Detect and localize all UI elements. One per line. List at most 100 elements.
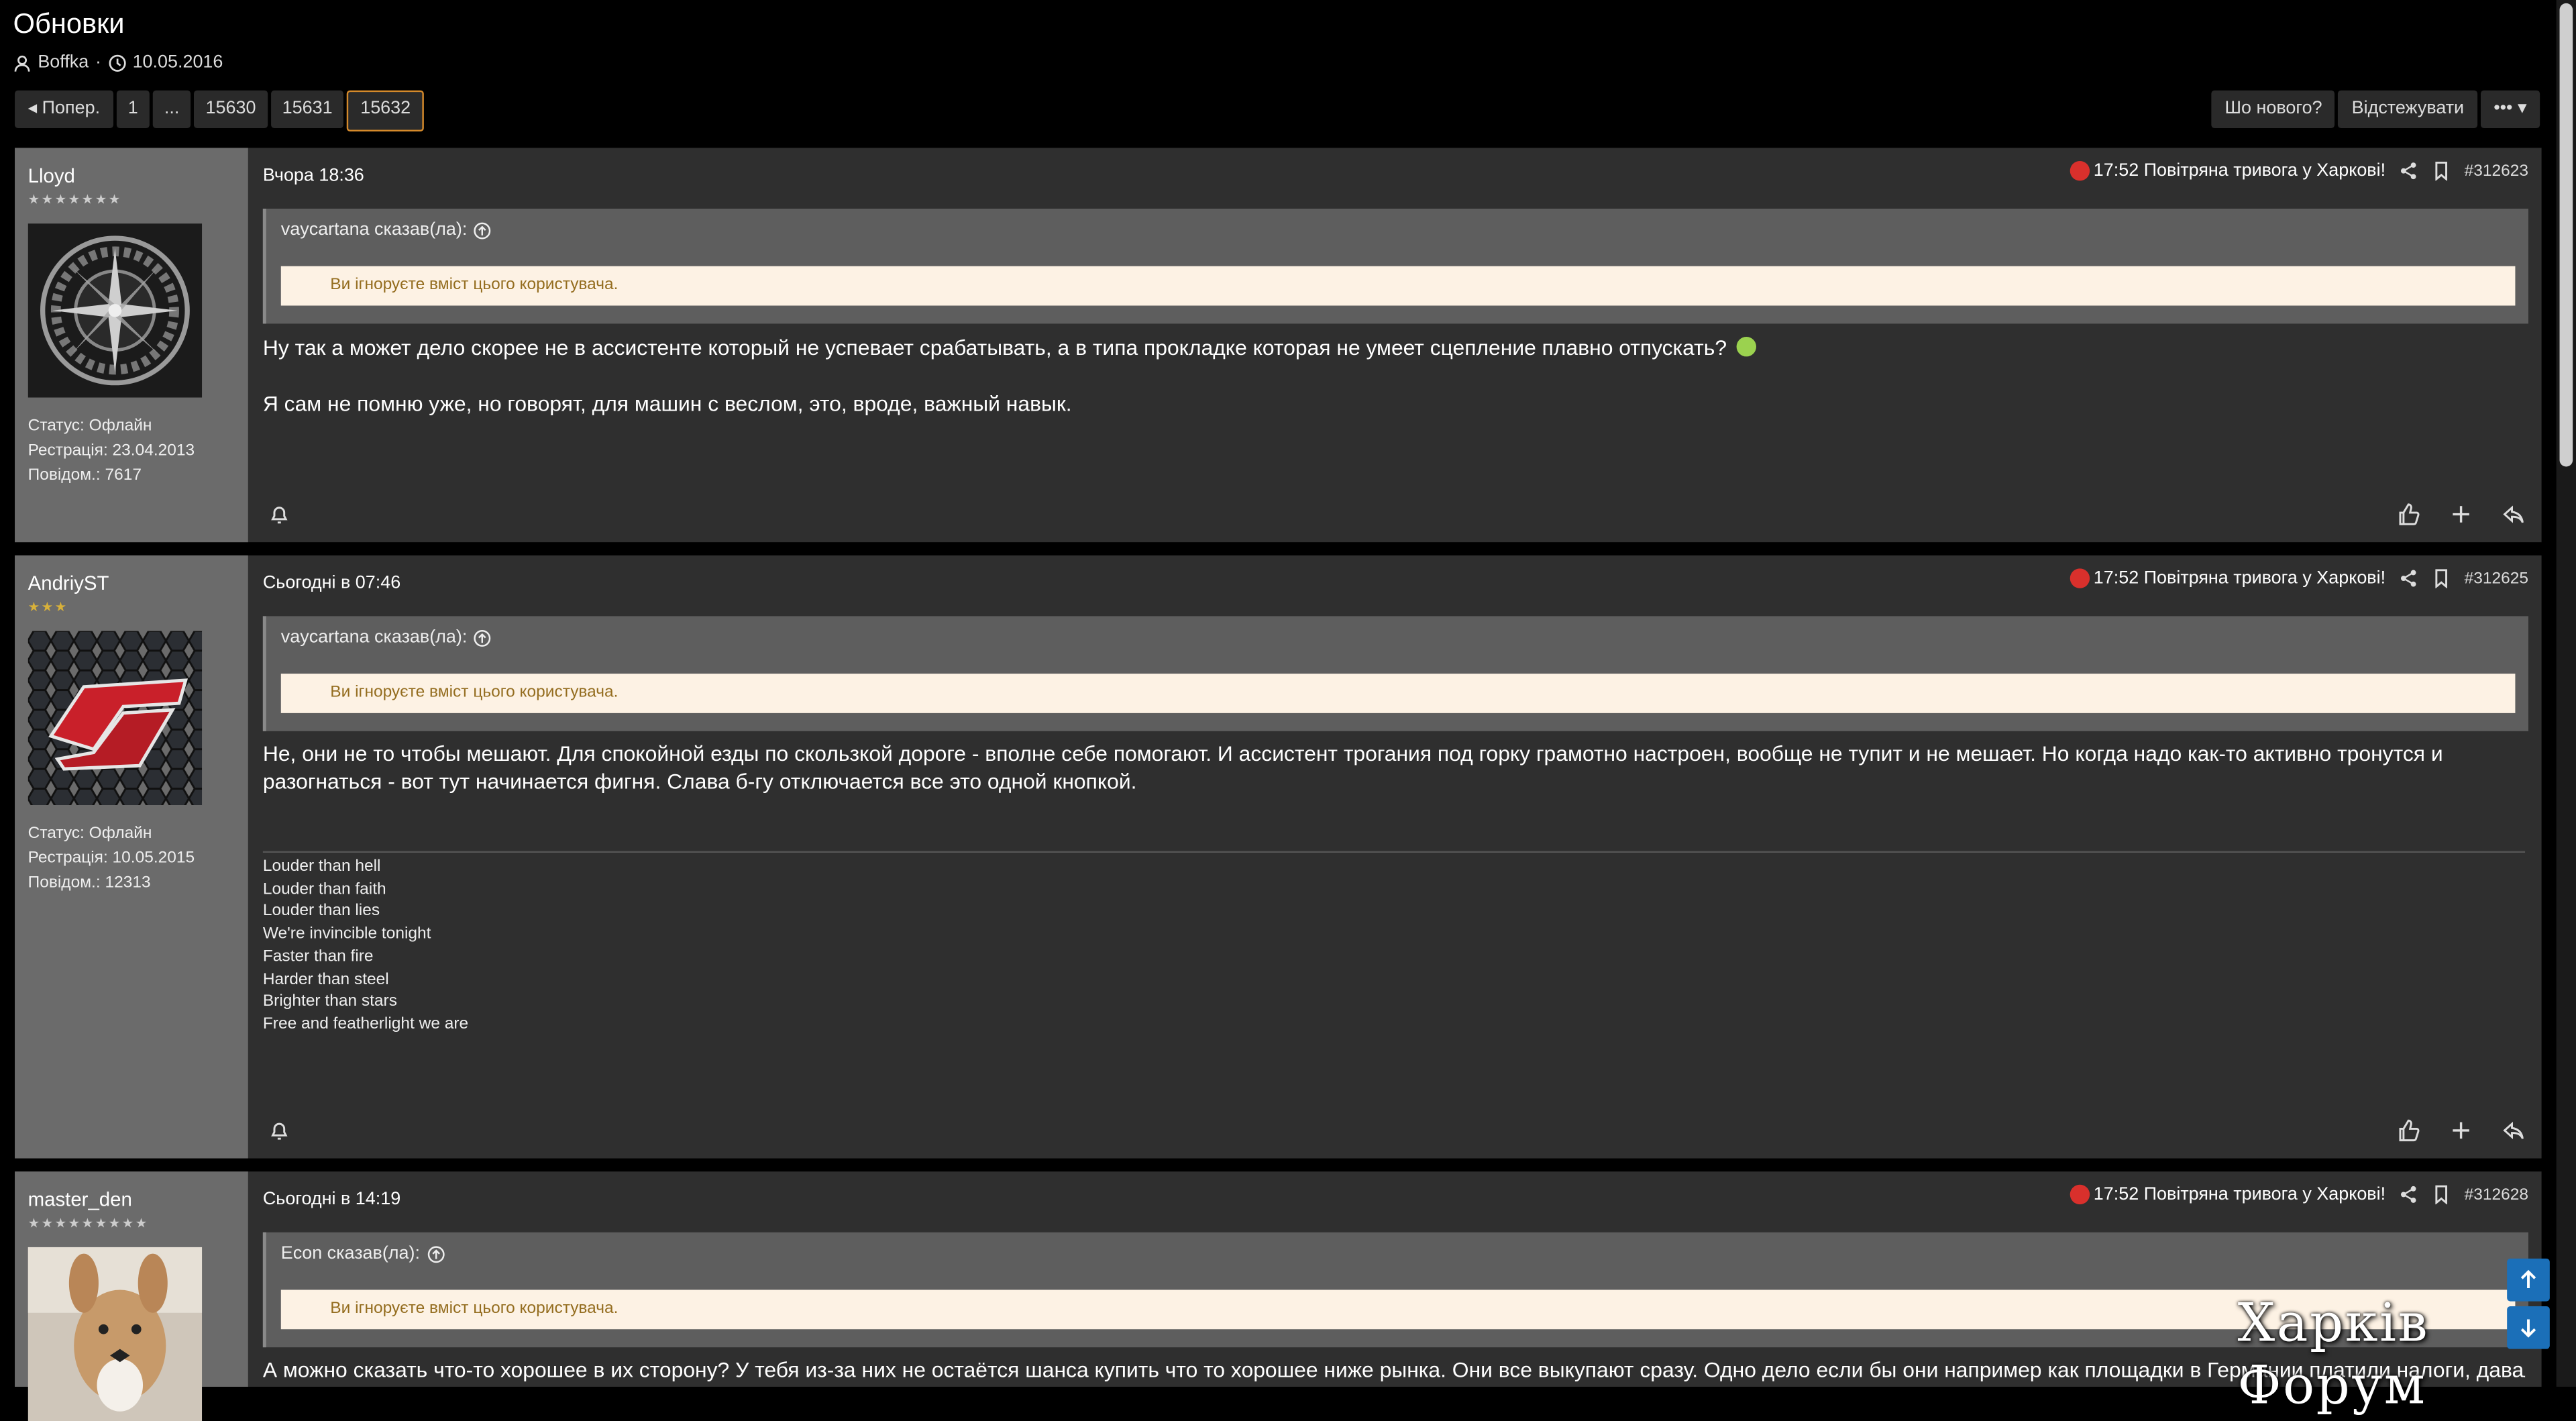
plus-icon[interactable] [2449,503,2472,525]
user-status: Статус: Офлайн [28,825,152,843]
pagination: ◂ Попер. 1 ... 15630 15631 15632 [15,90,424,131]
page-link-15631[interactable]: 15631 [270,90,344,129]
bookmark-icon[interactable] [2432,568,2451,588]
signature-line: Faster than fire [262,947,374,966]
arrow-up-circle-icon[interactable] [474,221,492,239]
bell-icon [271,1122,288,1140]
post-time[interactable]: Сьогодні в 07:46 [263,574,400,593]
reply-icon[interactable] [2502,1119,2525,1142]
post-body: Ну так а может дело скорее не в ассистен… [263,333,2525,445]
post-time[interactable]: Вчора 18:36 [263,166,364,185]
thread-date: 10.05.2016 [132,52,223,72]
air-raid-alert[interactable]: 17:52 Повітряна тривога у Харкові! [2070,568,2385,588]
page-jump[interactable]: ... [152,90,191,129]
air-raid-alert[interactable]: 17:52 Повітряна тривога у Харкові! [2070,1184,2385,1205]
chevron-down-icon: ▾ [2518,98,2527,119]
post-number[interactable]: #312623 [2465,162,2528,180]
more-dots-icon: ••• [2493,98,2513,119]
quote-block: Econ сказав(ла): Ви ігноруєте вміст цьог… [262,1232,2529,1348]
chevron-left-icon: ◂ [28,98,38,119]
ignored-content-notice: Ви ігноруєте вміст цього користувача. [280,266,2516,306]
signature-line: Brighter than stars [262,992,397,1011]
username[interactable]: Lloyd [28,164,75,187]
post-312623: Lloyd ★★★★★★★ Статус: Офлайн Рестрація: … [15,148,2542,543]
whats-new-button[interactable]: Шо нового? [2211,90,2336,129]
ignored-content-notice: Ви ігноруєте вміст цього користувача. [280,1290,2516,1330]
post-footer-actions [2397,503,2525,525]
signature-line: Louder than lies [262,902,380,921]
page-link-current[interactable]: 15632 [347,90,424,131]
page-link-1[interactable]: 1 [116,90,150,129]
user-post-count: Повідом.: 7617 [28,466,142,485]
post-paragraph: Ну так а может дело скорее не в ассистен… [262,335,1727,360]
post-header-tools: 17:52 Повітряна тривога у Харкові! #3126… [2070,161,2528,181]
user-rank-stars: ★★★★★★★ [28,192,122,207]
page-link-15630[interactable]: 15630 [194,90,268,129]
share-icon[interactable] [2399,568,2418,588]
quote-block: vaycartana сказав(ла): Ви ігноруєте вміс… [262,209,2529,324]
post-header-tools: 17:52 Повітряна тривога у Харкові! #3126… [2070,1184,2528,1205]
post-number[interactable]: #312625 [2465,570,2528,588]
thread-author[interactable]: Boffka [38,52,89,72]
bookmark-icon[interactable] [2432,1185,2451,1205]
post-paragraph: А можно сказать что-то хорошее в их стор… [262,1357,2526,1382]
share-icon[interactable] [2399,161,2418,180]
user-panel: AndriyST ★★★ Статус: Офлайн Рестрація: 1… [15,555,248,1159]
user-rank-stars: ★★★★★★★★★ [28,1216,149,1231]
arrow-up-circle-icon[interactable] [474,629,492,647]
avatar[interactable] [28,223,203,398]
quote-header[interactable]: vaycartana сказав(ла): [281,220,492,240]
user-stats: Статус: Офлайн Рестрація: 23.04.2013 Пов… [28,414,195,488]
like-icon[interactable] [2397,503,2420,525]
avatar-image [28,631,203,806]
signature-line: Louder than faith [262,880,386,898]
signature-line: We're invincible tonight [262,925,431,943]
quote-header[interactable]: Econ сказав(ла): [281,1244,445,1263]
post-footer-actions [2397,1119,2525,1142]
user-rank-stars: ★★★ [28,599,68,615]
signature-line: Louder than hell [262,857,381,876]
username[interactable]: master_den [28,1188,132,1211]
like-icon[interactable] [2397,1119,2420,1142]
notify-button[interactable] [268,503,290,525]
air-raid-alert[interactable]: 17:52 Повітряна тривога у Харкові! [2070,161,2385,181]
ignored-content-notice: Ви ігноруєте вміст цього користувача. [280,674,2516,713]
clock-icon [108,54,125,71]
prev-page-button[interactable]: ◂ Попер. [15,90,113,129]
username[interactable]: AndriyST [28,572,109,594]
post-312628: master_den ★★★★★★★★★ Сьогодні в 14:19 17… [15,1171,2542,1421]
post-paragraph: Я сам не помню уже, но говорят, для маши… [262,390,1072,416]
arrow-up-circle-icon[interactable] [427,1245,445,1263]
user-registered: Рестрація: 10.05.2015 [28,849,195,868]
signature-line: Harder than steel [262,970,389,989]
post-number[interactable]: #312628 [2465,1186,2528,1204]
emoji-icon [1735,337,1756,357]
post-time[interactable]: Сьогодні в 14:19 [263,1190,400,1209]
plus-icon[interactable] [2449,1119,2472,1142]
user-panel: master_den ★★★★★★★★★ [15,1171,248,1421]
avatar-image [28,1247,203,1421]
scrollbar-thumb[interactable] [2559,3,2573,467]
red-dot-icon [2070,161,2090,181]
page-scrollbar[interactable] [2556,0,2576,1387]
quote-header[interactable]: vaycartana сказав(ла): [281,628,492,647]
avatar[interactable] [28,631,203,806]
notify-button[interactable] [268,1119,290,1142]
post-312625: AndriyST ★★★ Статус: Офлайн Рестрація: 1… [15,555,2542,1159]
avatar-image [28,223,203,398]
post-header-tools: 17:52 Повітряна тривога у Харкові! #3126… [2070,568,2528,588]
signature-line: Free and featherlight we are [262,1015,469,1034]
site-logo[interactable]: Харків Форум [2238,1292,2576,1416]
reply-icon[interactable] [2502,503,2525,525]
signature: Louder than hell Louder than faith Loude… [262,851,2526,1037]
share-icon[interactable] [2399,1185,2418,1204]
red-dot-icon [2070,568,2090,588]
avatar[interactable] [28,1247,203,1421]
user-icon [14,54,30,71]
watch-button[interactable]: Відстежувати [2339,90,2477,129]
user-status: Статус: Офлайн [28,417,152,435]
bookmark-icon[interactable] [2432,161,2451,181]
more-menu-button[interactable]: ••• ▾ [2480,90,2540,129]
thread-meta: Boffka · 10.05.2016 [13,52,223,72]
meta-separator: · [95,52,102,72]
